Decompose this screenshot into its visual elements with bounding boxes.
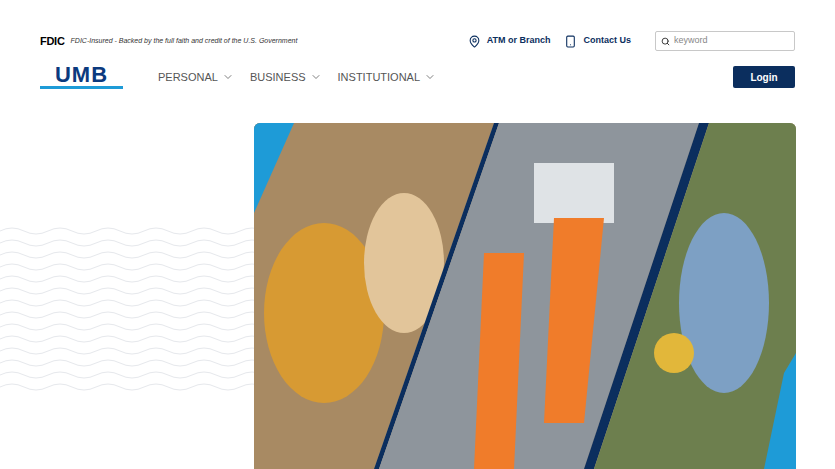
utility-links: ATM or Branch Contact Us bbox=[468, 31, 795, 51]
chevron-down-icon bbox=[222, 71, 234, 83]
map-pin-icon bbox=[468, 35, 481, 48]
fdic-tagline: FDIC-Insured - Backed by the full faith … bbox=[71, 36, 298, 47]
nav-left: UMB PERSONAL BUSINESS INSTITUTIONAL bbox=[40, 65, 436, 89]
chevron-down-icon bbox=[424, 71, 436, 83]
hero-background bbox=[0, 123, 254, 469]
wave-pattern-icon bbox=[0, 211, 254, 411]
hero bbox=[0, 123, 835, 469]
logo-underline bbox=[40, 86, 123, 89]
utility-bar: FDIC FDIC-Insured - Backed by the full fa… bbox=[0, 0, 835, 51]
utility-link[interactable]: Contact Us bbox=[564, 34, 631, 48]
search-field[interactable] bbox=[655, 31, 795, 51]
main-nav: UMB PERSONAL BUSINESS INSTITUTIONAL Login bbox=[0, 66, 835, 88]
utility-link[interactable]: ATM or Branch bbox=[468, 34, 551, 48]
search-icon bbox=[661, 37, 670, 46]
nav-item[interactable]: BUSINESS bbox=[250, 69, 322, 86]
login-button[interactable]: Login bbox=[733, 66, 795, 88]
phone-icon bbox=[564, 35, 577, 48]
fdic-notice: FDIC FDIC-Insured - Backed by the full fa… bbox=[40, 33, 297, 50]
search-input[interactable] bbox=[674, 34, 789, 48]
nav-item[interactable]: PERSONAL bbox=[158, 69, 234, 86]
page: FDIC FDIC-Insured - Backed by the full fa… bbox=[0, 0, 835, 469]
hero-photo-icon bbox=[254, 123, 796, 469]
nav-items: PERSONAL BUSINESS INSTITUTIONAL bbox=[158, 69, 436, 86]
nav-item[interactable]: INSTITUTIONAL bbox=[338, 69, 437, 86]
fdic-logo: FDIC bbox=[40, 33, 65, 50]
hero-photo bbox=[254, 123, 796, 469]
umb-logo[interactable]: UMB bbox=[40, 65, 123, 89]
chevron-down-icon bbox=[310, 71, 322, 83]
